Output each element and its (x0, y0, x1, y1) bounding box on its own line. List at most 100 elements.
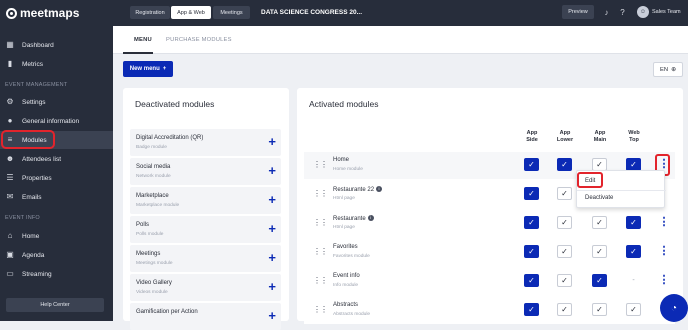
module-type: Info module (333, 283, 359, 288)
avatar[interactable]: ☺ (637, 6, 649, 18)
drag-handle-icon[interactable]: ⋮⋮ (313, 160, 328, 170)
mail-icon: ✉ (6, 192, 14, 201)
tab-app-web[interactable]: App & Web (171, 6, 211, 19)
activated-module-row: ⋮⋮ Restaurante i Html page ✓ ✓ ✓ ✓ ⋮ (304, 210, 675, 237)
drag-handle-icon[interactable]: ⋮⋮ (313, 247, 328, 257)
visibility-checkbox[interactable]: ✓ (524, 187, 539, 200)
visibility-checkbox[interactable]: ✓ (524, 216, 539, 229)
menu-item-deactivate[interactable]: Deactivate (585, 195, 613, 201)
module-name-text: Home (333, 157, 350, 163)
deactivated-module-item: Polls Polls module + (130, 216, 281, 243)
help-icon[interactable]: ? (618, 8, 627, 17)
visibility-checkbox[interactable]: ✓ (592, 274, 607, 287)
sidebar-item-metrics[interactable]: ▮ Metrics (0, 55, 113, 73)
sidebar-item-label: Metrics (22, 60, 43, 68)
visibility-checkbox[interactable]: ✓ (557, 216, 572, 229)
visibility-checkbox[interactable]: ✓ (557, 158, 572, 171)
info-icon[interactable]: i (367, 215, 374, 221)
add-module-icon[interactable]: + (268, 193, 276, 206)
tab-registration[interactable]: Registration (130, 6, 170, 19)
visibility-checkbox[interactable]: ✓ (557, 303, 572, 316)
module-name-text: Event info (333, 273, 360, 279)
drag-handle-icon[interactable]: ⋮⋮ (313, 218, 328, 228)
visibility-checkbox[interactable]: ✓ (592, 216, 607, 229)
visibility-checkbox[interactable]: ✓ (524, 245, 539, 258)
info-icon[interactable]: i (376, 186, 383, 192)
drag-handle-icon[interactable]: ⋮⋮ (313, 189, 328, 199)
column-header-line1: App (526, 130, 538, 136)
add-module-icon[interactable]: + (268, 135, 276, 148)
activated-modules-title: Activated modules (309, 99, 379, 109)
sidebar-item-streaming[interactable]: ▭ Streaming (0, 265, 113, 283)
visibility-checkbox[interactable]: ✓ (524, 303, 539, 316)
sidebar-item-emails[interactable]: ✉ Emails (0, 188, 113, 206)
visibility-checkbox[interactable]: ✓ (626, 303, 641, 316)
visibility-checkbox[interactable]: ✓ (626, 216, 641, 229)
visibility-checkbox[interactable]: ✓ (592, 245, 607, 258)
sidebar-item-home[interactable]: ⌂ Home (0, 227, 113, 245)
column-header: App Main (590, 130, 610, 144)
logo-mark-icon (6, 7, 17, 19)
visibility-checkbox[interactable]: ✓ (557, 274, 572, 287)
calendar-icon: ▣ (6, 250, 14, 259)
meetmaps-logo[interactable]: meetmaps (6, 6, 79, 20)
activated-module-row: ⋮⋮ Event info Info module ✓ ✓ ✓ - ⋮ (304, 268, 675, 295)
new-menu-button[interactable]: New menu + (123, 61, 173, 77)
deactivated-modules-title: Deactivated modules (135, 99, 215, 109)
add-module-icon[interactable]: + (268, 309, 276, 322)
module-name: Home (333, 157, 349, 163)
add-module-icon[interactable]: + (268, 222, 276, 235)
menu-divider (577, 190, 666, 191)
module-type: Html page (333, 225, 355, 230)
visibility-checkbox[interactable]: ✓ (626, 245, 641, 258)
add-module-icon[interactable]: + (268, 280, 276, 293)
deactivated-module-item: Digital Accreditation (QR) Badge module + (130, 129, 281, 156)
visibility-checkbox[interactable]: ✓ (524, 158, 539, 171)
sidebar-item-properties[interactable]: ☰ Properties (0, 169, 113, 187)
sidebar-item-label: General information (22, 117, 80, 125)
event-title: DATA SCIENCE CONGRESS 20... (261, 9, 363, 16)
top-bar: Registration App & Web Meetings DATA SCI… (113, 0, 688, 26)
module-type: Videos module (136, 290, 168, 295)
sidebar-item-settings[interactable]: ⚙ Settings (0, 93, 113, 111)
preview-button[interactable]: Preview (562, 5, 594, 19)
visibility-checkbox[interactable]: ✓ (557, 245, 572, 258)
kebab-menu-icon[interactable]: ⋮ (659, 215, 670, 230)
sidebar-item-attendees-list[interactable]: ☻ Attendees list (0, 150, 113, 168)
module-name: Abstracts (333, 302, 358, 308)
kebab-menu-icon[interactable]: ⋮ (659, 273, 670, 288)
bell-icon[interactable]: ♪ (602, 8, 611, 17)
sidebar-item-agenda[interactable]: ▣ Agenda (0, 246, 113, 264)
tab-menu[interactable]: MENU (134, 37, 152, 43)
deactivated-module-item: Meetings Meetings module + (130, 245, 281, 272)
home-icon: ⌂ (7, 231, 13, 240)
sidebar-item-label: Home (22, 232, 40, 240)
sidebar: meetmaps ▦ Dashboard ▮ Metrics EVENT MAN… (0, 0, 113, 321)
add-module-icon[interactable]: + (268, 164, 276, 177)
chat-bubble-icon[interactable]: ◔ (660, 294, 688, 322)
sidebar-item-dashboard[interactable]: ▦ Dashboard (0, 36, 113, 54)
subtab-bar: MENU PURCHASE MODULES (113, 26, 688, 54)
language-selector[interactable]: EN ⊕ (653, 62, 683, 77)
edit-highlight-ring (577, 172, 603, 188)
help-center-button[interactable]: Help Center (6, 298, 104, 312)
column-header: App Lower (555, 130, 575, 144)
column-header-line2: Side (526, 137, 538, 143)
column-header-line2: Top (629, 137, 639, 143)
drag-handle-icon[interactable]: ⋮⋮ (313, 276, 328, 286)
visibility-checkbox[interactable]: ✓ (557, 187, 572, 200)
info-icon: ● (7, 116, 13, 125)
cast-icon: ▭ (6, 269, 14, 278)
brand-name: meetmaps (20, 6, 80, 20)
kebab-menu-icon[interactable]: ⋮ (659, 244, 670, 259)
sidebar-item-general-information[interactable]: ● General information (0, 112, 113, 130)
add-module-icon[interactable]: + (268, 251, 276, 264)
bar-chart-icon: ▮ (7, 59, 13, 68)
visibility-checkbox[interactable]: ✓ (524, 274, 539, 287)
tab-purchase-modules[interactable]: PURCHASE MODULES (166, 37, 232, 43)
column-header-line1: Web (628, 130, 640, 136)
user-name[interactable]: Sales Team (652, 9, 681, 15)
visibility-checkbox[interactable]: ✓ (592, 303, 607, 316)
tab-meetings[interactable]: Meetings (213, 6, 250, 19)
drag-handle-icon[interactable]: ⋮⋮ (313, 305, 328, 315)
